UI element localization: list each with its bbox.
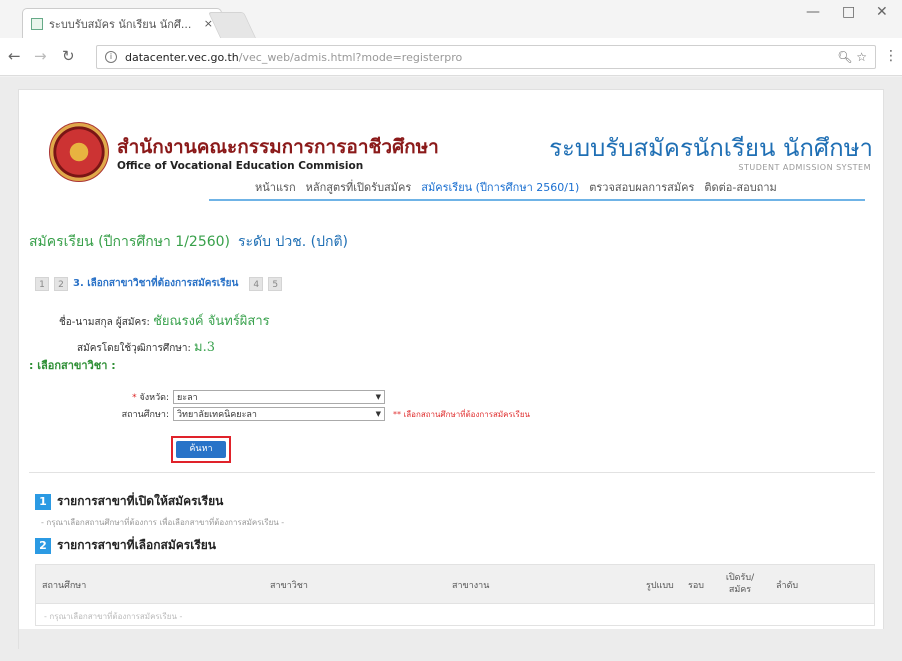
page-heading-text: สมัครเรียน (ปีการศึกษา 1/2560) [29, 234, 231, 250]
selected-majors-table-header: สถานศึกษา สาขาวิชา สาขางาน รูปแบบ รอบ เป… [35, 564, 875, 604]
level-text: ระดับ ปวช. (ปกติ) [238, 234, 349, 250]
section-1-number: 1 [35, 493, 51, 510]
school-selected: วิทยาลัยเทคนิคยะลา [177, 410, 257, 420]
applicant-name-value: ชัยณรงค์ จันทร์ผิสาร [153, 314, 270, 329]
chevron-down-icon: ▼ [375, 410, 381, 418]
col-round: รอบ [688, 581, 704, 591]
school-row: สถานศึกษา: วิทยาลัยเทคนิคยะลา ▼ ** เลือก… [73, 407, 530, 421]
org-name-english: Office of Vocational Education Commision [117, 160, 364, 172]
browser-toolbar: ← → ↻ i datacenter.vec.go.th /vec_web/ad… [0, 38, 902, 76]
nav-contact[interactable]: ติดต่อ-สอบถาม [704, 178, 776, 196]
col-open-apply: เปิดรับ/สมัคร [725, 573, 755, 595]
section-open-majors: 1 รายการสาขาที่เปิดให้สมัครเรียน [35, 492, 223, 511]
col-field: สาขางาน [452, 581, 490, 591]
minimize-icon[interactable]: — [806, 4, 820, 20]
applicant-name-row: ชื่อ-นามสกุล ผู้สมัคร: ชัยณรงค์ จันทร์ผิ… [59, 310, 270, 331]
school-note: ** เลือกสถานศึกษาที่ต้องการสมัครเรียน [393, 409, 531, 419]
table-empty-row: - กรุณาเลือกสาขาที่ต้องการสมัครเรียน - [35, 604, 875, 626]
page-heading: สมัครเรียน (ปีการศึกษา 1/2560) ระดับ ปวช.… [29, 231, 348, 253]
applicant-edu-row: สมัครโดยใช้วุฒิการศึกษา: ม.3 [77, 336, 215, 357]
province-select[interactable]: ยะลา ▼ [173, 390, 385, 404]
system-title-english: STUDENT ADMISSION SYSTEM [738, 163, 871, 172]
step-2: 2 [54, 276, 68, 291]
main-nav: หน้าแรก หลักสูตรที่เปิดรับสมัคร สมัครเรี… [255, 178, 777, 196]
school-select[interactable]: วิทยาลัยเทคนิคยะลา ▼ [173, 407, 385, 421]
zoom-bookmark-icons[interactable]: 🔍︎ ☆ [837, 50, 867, 64]
step-4: 4 [249, 276, 264, 291]
browser-titlebar: ระบบรับสมัคร นักเรียน นักศึ... × — □ ✕ [0, 0, 902, 38]
province-label: * จังหวัด: [132, 393, 169, 403]
col-major: สาขาวิชา [270, 581, 308, 591]
browser-menu-icon[interactable]: ⋮ [884, 48, 898, 64]
search-button-highlight: ค้นหา [171, 436, 231, 463]
url-path: /vec_web/admis.html?mode=registerpro [238, 50, 463, 64]
province-selected: ยะลา [177, 393, 198, 403]
nav-check-result[interactable]: ตรวจสอบผลการสมัคร [589, 178, 694, 196]
section-divider [29, 472, 875, 473]
applicant-name-label: ชื่อ-นามสกุล ผู้สมัคร: [59, 317, 150, 328]
ovec-logo [49, 122, 109, 182]
school-label: สถานศึกษา: [121, 410, 169, 420]
maximize-icon[interactable]: □ [842, 4, 855, 20]
section-2-number: 2 [35, 537, 51, 554]
page-footer-bar [19, 629, 885, 650]
nav-apply[interactable]: สมัครเรียน (ปีการศึกษา 2560/1) [421, 178, 579, 196]
select-major-title: : เลือกสาขาวิชา : [29, 359, 116, 372]
page-favicon-icon [31, 17, 43, 30]
url-host: datacenter.vec.go.th [125, 50, 239, 64]
forward-arrow-icon[interactable]: → [34, 47, 47, 65]
step-3-current: 3. เลือกสาขาวิชาที่ต้องการสมัครเรียน [73, 278, 239, 289]
chevron-down-icon: ▼ [375, 393, 381, 401]
tab-title: ระบบรับสมัคร นักเรียน นักศึ... [49, 17, 192, 31]
step-1: 1 [35, 276, 49, 291]
section-1-title: รายการสาขาที่เปิดให้สมัครเรียน [57, 494, 224, 508]
applicant-edu-value: ม.3 [194, 340, 215, 355]
org-name-thai: สำนักงานคณะกรรมการการอาชีวศึกษา [117, 136, 439, 158]
back-arrow-icon[interactable]: ← [8, 47, 21, 65]
reload-icon[interactable]: ↻ [62, 47, 75, 65]
search-button[interactable]: ค้นหา [176, 441, 226, 458]
applicant-edu-label: สมัครโดยใช้วุฒิการศึกษา: [77, 343, 191, 354]
system-title-thai: ระบบรับสมัครนักเรียน นักศึกษา [549, 134, 873, 162]
address-bar[interactable]: i datacenter.vec.go.th /vec_web/admis.ht… [96, 45, 876, 69]
col-order: ลำดับ [776, 581, 799, 591]
section-2-title: รายการสาขาที่เลือกสมัครเรียน [57, 538, 216, 552]
nav-divider [209, 199, 865, 201]
nav-courses[interactable]: หลักสูตรที่เปิดรับสมัคร [306, 178, 412, 196]
page-container: สำนักงานคณะกรรมการการอาชีวศึกษา Office o… [18, 89, 885, 650]
province-row: * จังหวัด: ยะลา ▼ [73, 390, 385, 404]
site-info-icon[interactable]: i [105, 51, 117, 63]
section-selected-majors: 2 รายการสาขาที่เลือกสมัครเรียน [35, 536, 216, 555]
window-close-icon[interactable]: ✕ [876, 4, 888, 20]
nav-home[interactable]: หน้าแรก [255, 178, 296, 196]
section-1-subtitle: - กรุณาเลือกสถานศึกษาที่ต้องการ เพื่อเลื… [41, 518, 285, 527]
browser-tab[interactable]: ระบบรับสมัคร นักเรียน นักศึ... × [22, 8, 222, 38]
step-indicator: 1 2 3. เลือกสาขาวิชาที่ต้องการสมัครเรียน… [35, 276, 283, 291]
col-format: รูปแบบ [646, 581, 674, 591]
col-school: สถานศึกษา [42, 581, 87, 591]
page-viewport: สำนักงานคณะกรรมการการอาชีวศึกษา Office o… [0, 77, 902, 661]
step-5: 5 [268, 276, 283, 291]
